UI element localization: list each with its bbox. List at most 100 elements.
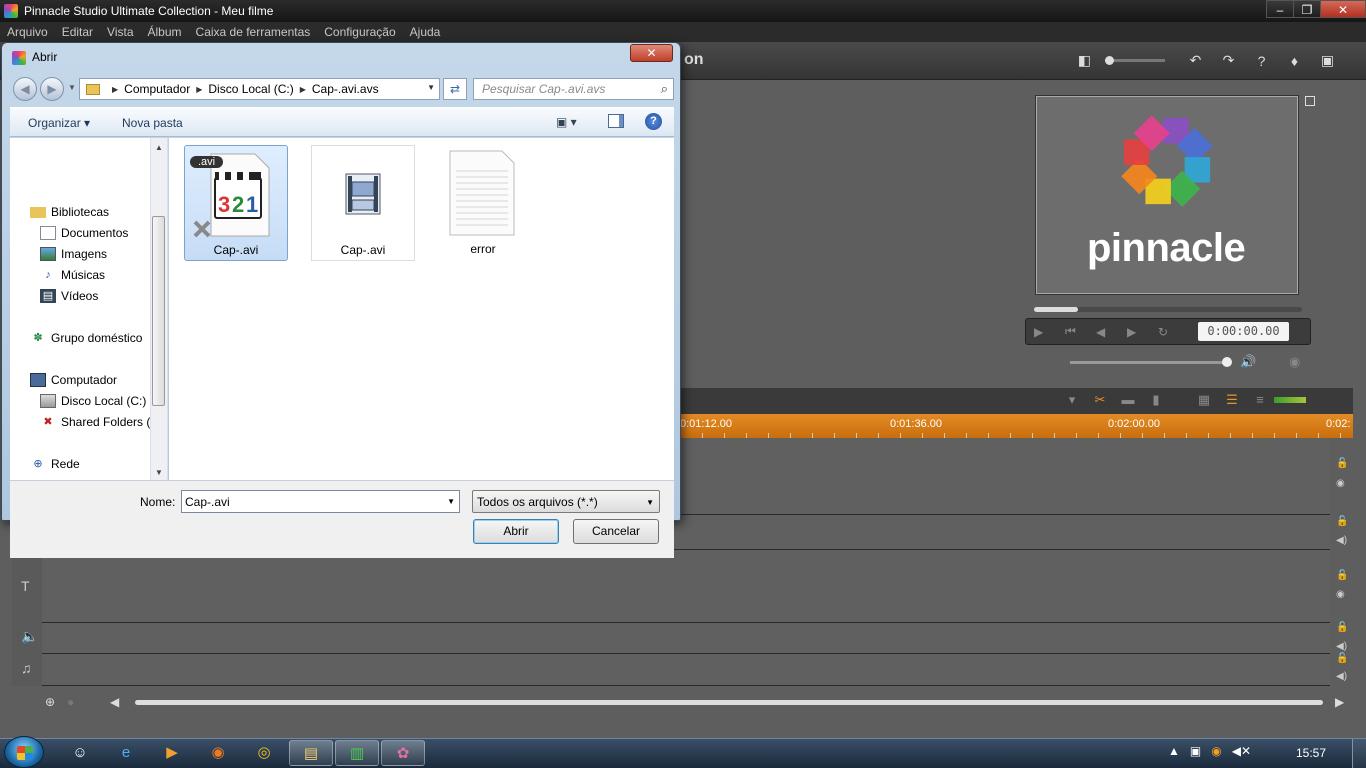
speaker-icon[interactable]: ◀) [1336, 535, 1347, 546]
menu-arquivo[interactable]: Arquivo [0, 25, 55, 39]
firefox-icon[interactable]: ◉ [196, 740, 240, 766]
go-to-start-icon[interactable]: ⏮ [1065, 324, 1096, 339]
address-bar[interactable]: ▶ Computador ▶ Disco Local (C:) ▶ Cap-.a… [79, 78, 440, 100]
timeline-horizontal-scrollbar[interactable] [135, 700, 1323, 705]
speaker-icon[interactable]: ◀) [1336, 641, 1347, 652]
lock-icon[interactable]: 🔓 [1336, 458, 1348, 469]
nav-item-videos[interactable]: ▤ Vídeos [40, 289, 98, 303]
breadcrumb-disco-local[interactable]: Disco Local (C:) [208, 82, 293, 96]
nav-item-disco-local[interactable]: Disco Local (C:) [40, 394, 146, 408]
search-icon[interactable]: ⌕ [661, 81, 668, 97]
network-tray-icon[interactable]: ▣ [1190, 744, 1201, 758]
file-item-cap-avi-2[interactable]: Cap-.avi [311, 145, 415, 261]
zoom-slider[interactable] [1105, 56, 1165, 65]
organize-button[interactable]: Organizar ▾ [28, 116, 90, 130]
forward-button[interactable]: ▶ [40, 77, 64, 101]
file-item-cap-avi-1[interactable]: 3 2 1 .avi Cap-.avi [184, 145, 288, 261]
search-input[interactable] [482, 82, 652, 96]
sound-effect-icon[interactable]: 🔈 [21, 628, 38, 645]
volume-muted-icon[interactable]: ◀✕ [1232, 744, 1251, 758]
internet-explorer-icon[interactable]: e [104, 740, 148, 766]
razor-icon[interactable]: ✂ [1086, 392, 1114, 408]
filename-input[interactable] [185, 495, 435, 509]
change-view-button[interactable]: ▣ ▾ [556, 115, 577, 129]
close-button[interactable]: ✕ [1320, 0, 1366, 18]
nav-item-musicas[interactable]: ♪ Músicas [40, 268, 105, 282]
export-movie-icon[interactable]: ▣ [1311, 52, 1344, 69]
storyboard-view-icon[interactable]: ▦ [1190, 392, 1218, 408]
preview-pane-button[interactable] [608, 114, 624, 128]
address-dropdown-icon[interactable]: ▼ [427, 83, 435, 92]
lock-icon[interactable]: 🔓 [1336, 622, 1348, 633]
redo-icon[interactable]: ↷ [1212, 52, 1245, 69]
eye-icon[interactable]: ◉ [1289, 354, 1300, 370]
nav-item-imagens[interactable]: Imagens [40, 247, 107, 261]
show-desktop-button[interactable] [1352, 739, 1366, 768]
menu-vista[interactable]: Vista [100, 25, 140, 39]
text-view-icon[interactable]: ≡ [1246, 392, 1274, 408]
volume-slider[interactable] [1070, 361, 1227, 364]
track-option-icon[interactable]: ● [67, 695, 74, 709]
media-player-icon[interactable]: ▶ [150, 740, 194, 766]
menu-album[interactable]: Álbum [141, 25, 189, 39]
file-item-error[interactable]: error [431, 145, 535, 261]
chevron-right-icon[interactable]: ▶ [112, 85, 118, 94]
breadcrumb-cap-avi-avs[interactable]: Cap-.avi.avs [312, 82, 379, 96]
dialog-close-button[interactable]: ✕ [630, 44, 673, 62]
green-app-icon[interactable]: ▥ [335, 740, 379, 766]
speaker-icon[interactable]: 🔊 [1240, 354, 1256, 370]
lock-icon[interactable]: 🔓 [1336, 653, 1348, 664]
new-folder-button[interactable]: Nova pasta [122, 116, 183, 130]
music-track-icon[interactable]: ♫ [21, 660, 32, 676]
timecode-display[interactable]: 0:00:00.00 [1198, 322, 1289, 341]
back-button[interactable]: ◀ [13, 77, 37, 101]
volume-knob[interactable] [1222, 357, 1232, 367]
nav-item-shared-folders[interactable]: ✖ Shared Folders (\ [40, 415, 153, 429]
file-explorer-icon[interactable]: ▤ [289, 740, 333, 766]
cancel-button[interactable]: Cancelar [573, 519, 659, 544]
scroll-down-icon[interactable]: ▼ [155, 468, 163, 477]
nav-pane-scroll-thumb[interactable] [152, 216, 165, 406]
nav-item-grupo-domestico[interactable]: ✽ Grupo doméstico [30, 331, 142, 345]
nav-item-documentos[interactable]: Documentos [40, 226, 128, 240]
chevron-right-icon[interactable]: ▶ [300, 85, 306, 94]
lightbulb-icon[interactable]: ♦ [1278, 53, 1311, 69]
loop-icon[interactable]: ↻ [1158, 325, 1189, 339]
eye-icon[interactable]: ◉ [1336, 589, 1345, 600]
filename-dropdown-icon[interactable]: ▼ [447, 497, 455, 506]
recent-locations-dropdown[interactable]: ▼ [68, 83, 76, 92]
filmstrip-icon[interactable]: ▬ [1114, 392, 1142, 408]
preview-maximize-icon[interactable] [1305, 96, 1315, 106]
file-type-select[interactable]: Todos os arquivos (*.*) ▼ [472, 490, 660, 513]
timeline-view-icon[interactable]: ☰ [1218, 392, 1246, 408]
trash-icon[interactable]: ▮ [1142, 392, 1170, 408]
lock-icon[interactable]: 🔓 [1336, 516, 1348, 527]
menu-editar[interactable]: Editar [55, 25, 100, 39]
refresh-button[interactable]: ⇄ [443, 78, 467, 100]
timeline-ruler[interactable]: 0:01:12.00 0:01:36.00 0:02:00.00 0:02: [680, 414, 1353, 438]
nav-item-rede[interactable]: ⊕ Rede [30, 457, 79, 471]
undo-icon[interactable]: ↶ [1179, 52, 1212, 69]
step-back-icon[interactable]: ◀ [1096, 325, 1127, 339]
help-button[interactable]: ? [645, 113, 662, 130]
nav-item-bibliotecas[interactable]: Bibliotecas [30, 205, 109, 219]
nav-item-computador[interactable]: Computador [30, 373, 117, 387]
people-app-icon[interactable]: ☺ [58, 740, 102, 766]
menu-configuracao[interactable]: Configuração [317, 25, 402, 39]
show-hidden-icons-icon[interactable]: ▲ [1168, 744, 1180, 758]
pinnacle-studio-taskbar-icon[interactable]: ✿ [381, 740, 425, 766]
restore-button[interactable]: ❐ [1293, 0, 1321, 18]
help-icon[interactable]: ? [1245, 53, 1278, 69]
zoom-icon[interactable]: ◧ [1068, 52, 1101, 69]
eye-icon[interactable]: ◉ [1336, 478, 1345, 489]
chrome-icon[interactable]: ◎ [242, 740, 286, 766]
lock-icon[interactable]: 🔓 [1336, 570, 1348, 581]
antivirus-tray-icon[interactable]: ◉ [1211, 744, 1221, 758]
scroll-left-icon[interactable]: ◀ [110, 695, 119, 709]
chevron-right-icon[interactable]: ▶ [196, 85, 202, 94]
open-button[interactable]: Abrir [473, 519, 559, 544]
menu-ajuda[interactable]: Ajuda [403, 25, 448, 39]
menu-caixa-de-ferramentas[interactable]: Caixa de ferramentas [189, 25, 318, 39]
breadcrumb-computador[interactable]: Computador [124, 82, 190, 96]
scroll-up-icon[interactable]: ▲ [155, 143, 163, 152]
